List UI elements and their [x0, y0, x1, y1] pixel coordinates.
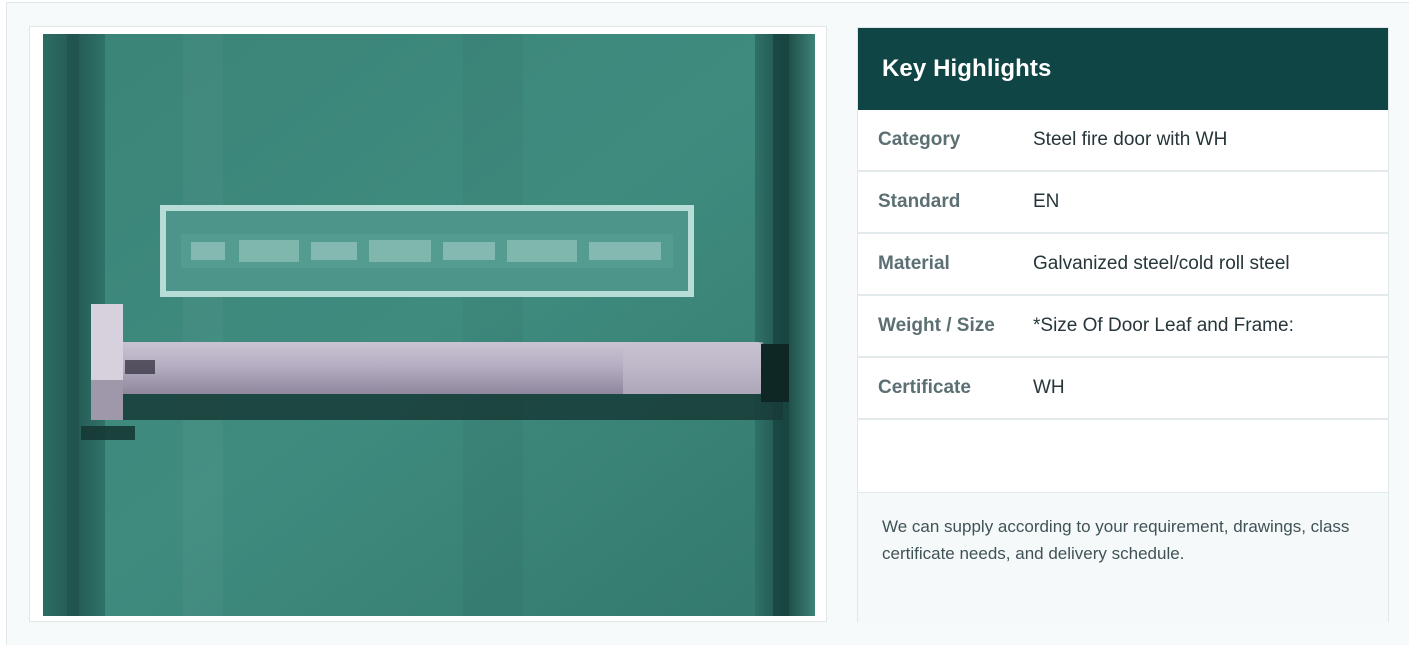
key-highlights-header: Key Highlights [858, 28, 1388, 110]
spec-label: Standard [878, 191, 961, 212]
spec-value: WH [1033, 377, 1065, 398]
spec-label: Certificate [878, 377, 971, 398]
spec-value: EN [1033, 191, 1060, 212]
spec-label: Material [878, 253, 950, 274]
spec-row-category: Category Steel fire door with WH [858, 110, 1388, 172]
spec-row-weight-size: Weight / Size *Size Of Door Leaf and Fra… [858, 296, 1388, 358]
supply-note: We can supply according to your requirem… [858, 493, 1388, 623]
spec-row-certificate: Certificate WH [858, 358, 1388, 420]
spec-label: Weight / Size [878, 315, 995, 336]
spec-row-standard: Standard EN [858, 172, 1388, 234]
spec-row-material: Material Galvanized steel/cold roll stee… [858, 234, 1388, 296]
spec-value: *Size Of Door Leaf and Frame: [1033, 315, 1294, 336]
key-highlights-title: Key Highlights [882, 55, 1052, 82]
spec-label: Category [878, 129, 961, 150]
key-highlights-panel: Key Highlights Category Steel fire door … [857, 27, 1389, 623]
product-media [29, 26, 827, 622]
spec-value: Steel fire door with WH [1033, 129, 1228, 150]
spec-row-empty [858, 420, 1388, 493]
product-image[interactable] [43, 34, 815, 616]
spec-value: Galvanized steel/cold roll steel [1033, 253, 1290, 274]
